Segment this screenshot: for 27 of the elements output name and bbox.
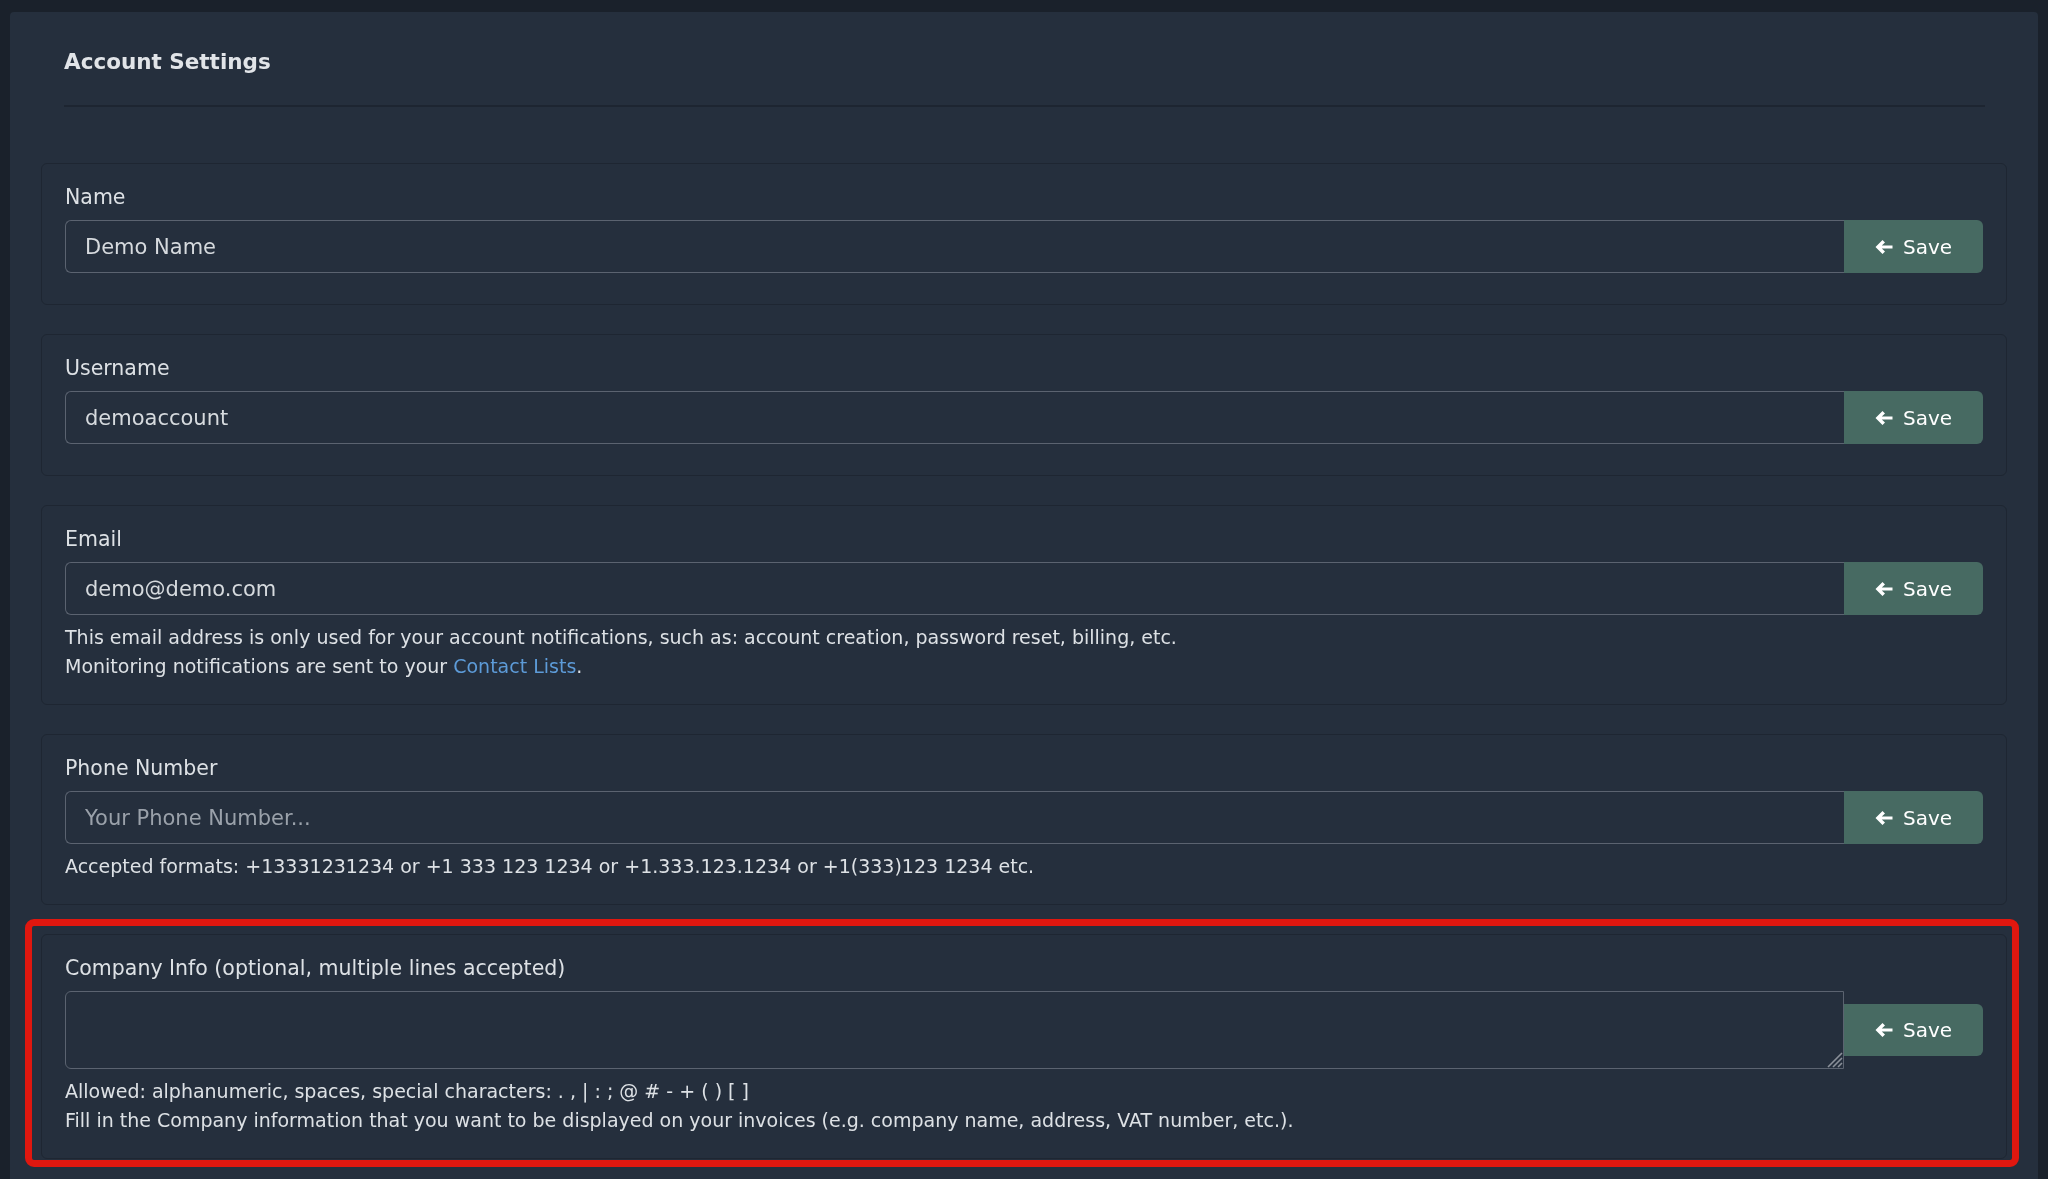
arrow-left-icon bbox=[1874, 238, 1893, 255]
input-field[interactable]: demoaccount bbox=[65, 391, 1844, 444]
arrow-left-icon bbox=[1874, 809, 1893, 826]
help-text: Monitoring notifications are sent to your Contact Lists. bbox=[65, 654, 584, 679]
save-button[interactable]: Save bbox=[1844, 1004, 1983, 1056]
field-label: Username bbox=[65, 355, 170, 381]
help-text: Allowed: alphanumeric, spaces, special characters: . , | : ; @ # - + ( ) [ ] bbox=[65, 1079, 750, 1105]
page-title: Account Settings bbox=[64, 48, 271, 76]
save-button[interactable]: Save bbox=[1844, 391, 1983, 444]
input-field[interactable]: Your Phone Number... bbox=[65, 791, 1844, 844]
arrow-left-icon bbox=[1874, 580, 1893, 597]
save-button[interactable]: Save bbox=[1844, 562, 1983, 615]
field-label: Company Info (optional, multiple lines accepted) bbox=[65, 955, 566, 981]
arrow-left-icon bbox=[1874, 409, 1893, 426]
textarea-field[interactable] bbox=[65, 991, 1844, 1069]
field-label: Phone Number bbox=[65, 755, 218, 781]
help-text: Fill in the Company information that you want to be displayed on your invoices (e.g. company name, address, VAT number, etc.). bbox=[65, 1108, 1295, 1133]
arrow-left-icon bbox=[1874, 1022, 1893, 1038]
save-button[interactable]: Save bbox=[1844, 791, 1983, 844]
help-text: This email address is only used for your account notifications, such as: account creation, password reset, billing, etc. bbox=[65, 625, 1178, 650]
help-text: Accepted formats: +13331231234 or +1 333 123 1234 or +1.333.123.1234 or +1(333)123 1234 etc. bbox=[65, 854, 1036, 879]
field-label: Name bbox=[65, 184, 126, 210]
field-label: Email bbox=[65, 526, 122, 552]
help-link[interactable]: Contact Lists bbox=[453, 655, 577, 677]
save-button[interactable]: Save bbox=[1844, 220, 1983, 273]
input-field[interactable]: Demo Name bbox=[65, 220, 1844, 273]
input-field[interactable]: demo@demo.com bbox=[65, 562, 1844, 615]
